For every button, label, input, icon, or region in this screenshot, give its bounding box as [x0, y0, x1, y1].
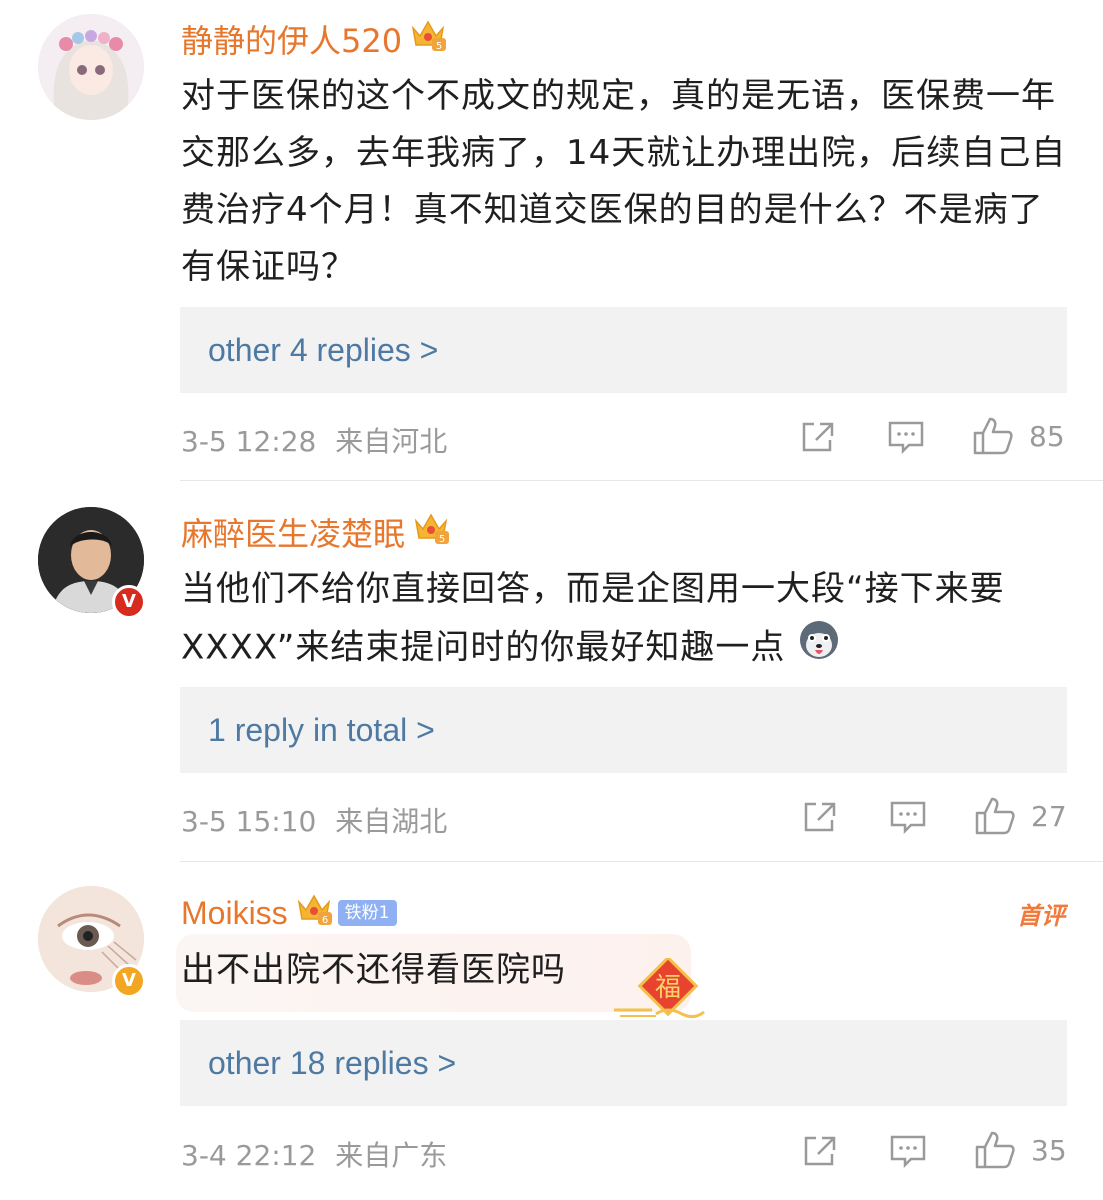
husky-emoji-icon: [797, 618, 841, 680]
comment-item: 静静的伊人520 5 对于医保的这个不成文的规定，真的是无语，医保费一年交那么多…: [0, 0, 1103, 480]
username-text[interactable]: 静静的伊人520: [181, 16, 402, 62]
like-icon[interactable]: [974, 1130, 1016, 1174]
replies-link[interactable]: 1 reply in total >: [180, 687, 1067, 773]
comment-text: 当他们不给你直接回答，而是企图用一大段“接下来要XXXX”来结束提问时的你最好知…: [181, 561, 1071, 680]
crown-icon: 5: [410, 18, 448, 60]
username[interactable]: 静静的伊人520 5: [181, 16, 448, 62]
like-icon[interactable]: [974, 796, 1016, 840]
username-text[interactable]: 麻醉医生凌楚眠: [181, 509, 405, 555]
fu-decoration-icon: 福: [612, 955, 708, 1026]
comment-meta: 3-5 12:28 来自河北: [181, 420, 447, 460]
username-text[interactable]: Moikiss: [181, 895, 288, 932]
comment-time: 3-5 12:28: [181, 425, 317, 458]
svg-text:5: 5: [439, 534, 445, 545]
share-icon[interactable]: [802, 1134, 838, 1172]
comment-text-content: 当他们不给你直接回答，而是企图用一大段“接下来要XXXX”来结束提问时的你最好知…: [181, 569, 1005, 668]
like-count: 85: [1029, 420, 1065, 453]
crown-icon: 6: [296, 892, 334, 934]
replies-link[interactable]: other 4 replies >: [180, 307, 1067, 393]
comment-item: V Moikiss 6 铁粉1 首评 出不出院不还得看医院吗 福 other 1…: [0, 862, 1103, 1200]
comment-time: 3-4 22:12: [181, 1139, 317, 1172]
crown-icon: 5: [413, 511, 451, 553]
comment-item: V 麻醉医生凌楚眠 5 当他们不给你直接回答，而是企图用一大段“接下来要XXXX…: [0, 481, 1103, 861]
svg-text:福: 福: [655, 973, 681, 1003]
username[interactable]: 麻醉医生凌楚眠 5: [181, 509, 451, 555]
comment-icon[interactable]: [887, 420, 925, 460]
svg-text:5: 5: [436, 41, 442, 52]
comment-icon[interactable]: [889, 1134, 927, 1174]
verified-badge-icon: V: [112, 585, 146, 619]
verified-badge-icon: V: [112, 964, 146, 998]
fan-badge: 铁粉1: [337, 900, 397, 926]
like-count: 27: [1031, 800, 1067, 833]
svg-text:6: 6: [321, 915, 327, 926]
avatar[interactable]: [38, 14, 144, 120]
username[interactable]: Moikiss 6 铁粉1: [181, 892, 397, 934]
comment-location: 来自广东: [335, 1139, 448, 1172]
share-icon[interactable]: [800, 420, 836, 458]
replies-link[interactable]: other 18 replies >: [180, 1020, 1067, 1106]
first-comment-tag: 首评: [1017, 902, 1065, 930]
comment-time: 3-5 15:10: [181, 805, 317, 838]
comment-icon[interactable]: [889, 800, 927, 840]
comment-location: 来自湖北: [335, 805, 448, 838]
comment-location: 来自河北: [335, 425, 448, 458]
comment-meta: 3-4 22:12 来自广东: [181, 1134, 447, 1174]
like-icon[interactable]: [972, 416, 1014, 460]
share-icon[interactable]: [802, 800, 838, 838]
comment-text: 对于医保的这个不成文的规定，真的是无语，医保费一年交那么多，去年我病了，14天就…: [181, 76, 1067, 287]
like-count: 35: [1031, 1134, 1067, 1167]
comment-meta: 3-5 15:10 来自湖北: [181, 800, 447, 840]
